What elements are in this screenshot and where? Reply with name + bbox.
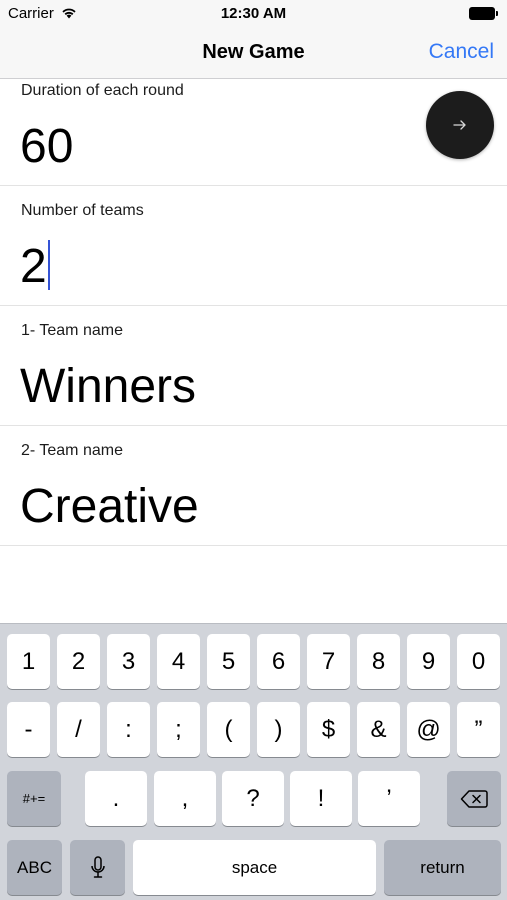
key-slash[interactable]: / (57, 702, 100, 757)
team1-row: 1- Team name Winners (0, 306, 507, 426)
team2-label: 2- Team name (21, 442, 123, 459)
next-button[interactable] (426, 91, 494, 159)
key-1[interactable]: 1 (7, 634, 50, 689)
space-key[interactable]: space (133, 840, 376, 895)
key-apostrophe[interactable]: ’ (358, 771, 420, 826)
abc-key[interactable]: ABC (7, 840, 62, 895)
delete-key[interactable] (447, 771, 501, 826)
team2-name-field[interactable]: Creative (20, 483, 199, 531)
teams-field-value: 2 (20, 240, 47, 293)
key-ampersand[interactable]: & (357, 702, 400, 757)
key-at[interactable]: @ (407, 702, 450, 757)
dictation-key[interactable] (70, 840, 125, 895)
key-hyphen[interactable]: - (7, 702, 50, 757)
arrow-right-icon (453, 120, 466, 130)
key-dollar[interactable]: $ (307, 702, 350, 757)
teams-row: Number of teams 2 (0, 186, 507, 306)
key-quote[interactable]: ” (457, 702, 500, 757)
return-key[interactable]: return (384, 840, 501, 895)
microphone-icon (90, 855, 105, 878)
symbols-key[interactable]: #+= (7, 771, 61, 826)
teams-label: Number of teams (21, 202, 144, 219)
key-9[interactable]: 9 (407, 634, 450, 689)
battery-icon (469, 7, 499, 20)
team1-name-field[interactable]: Winners (20, 363, 196, 411)
team1-label: 1- Team name (21, 322, 123, 339)
key-close-paren[interactable]: ) (257, 702, 300, 757)
status-bar: Carrier 12:30 AM (0, 0, 507, 28)
teams-field[interactable]: 2 (20, 240, 50, 294)
key-0[interactable]: 0 (457, 634, 500, 689)
team2-row: 2- Team name Creative (0, 426, 507, 546)
key-3[interactable]: 3 (107, 634, 150, 689)
key-semicolon[interactable]: ; (157, 702, 200, 757)
duration-field[interactable]: 60 (20, 123, 73, 171)
key-colon[interactable]: : (107, 702, 150, 757)
backspace-icon (460, 789, 488, 808)
text-caret (47, 240, 50, 291)
key-comma[interactable]: , (154, 771, 216, 826)
key-open-paren[interactable]: ( (207, 702, 250, 757)
key-4[interactable]: 4 (157, 634, 200, 689)
key-8[interactable]: 8 (357, 634, 400, 689)
numeric-keyboard: 1 2 3 4 5 6 7 8 9 0 - / : ; ( ) $ & @ ” … (0, 623, 507, 900)
cancel-button[interactable]: Cancel (429, 40, 494, 64)
key-period[interactable]: . (85, 771, 147, 826)
key-6[interactable]: 6 (257, 634, 300, 689)
key-7[interactable]: 7 (307, 634, 350, 689)
key-exclamation[interactable]: ! (290, 771, 352, 826)
key-question[interactable]: ? (222, 771, 284, 826)
duration-label: Duration of each round (21, 82, 184, 99)
key-5[interactable]: 5 (207, 634, 250, 689)
status-time: 12:30 AM (220, 5, 287, 22)
key-2[interactable]: 2 (57, 634, 100, 689)
